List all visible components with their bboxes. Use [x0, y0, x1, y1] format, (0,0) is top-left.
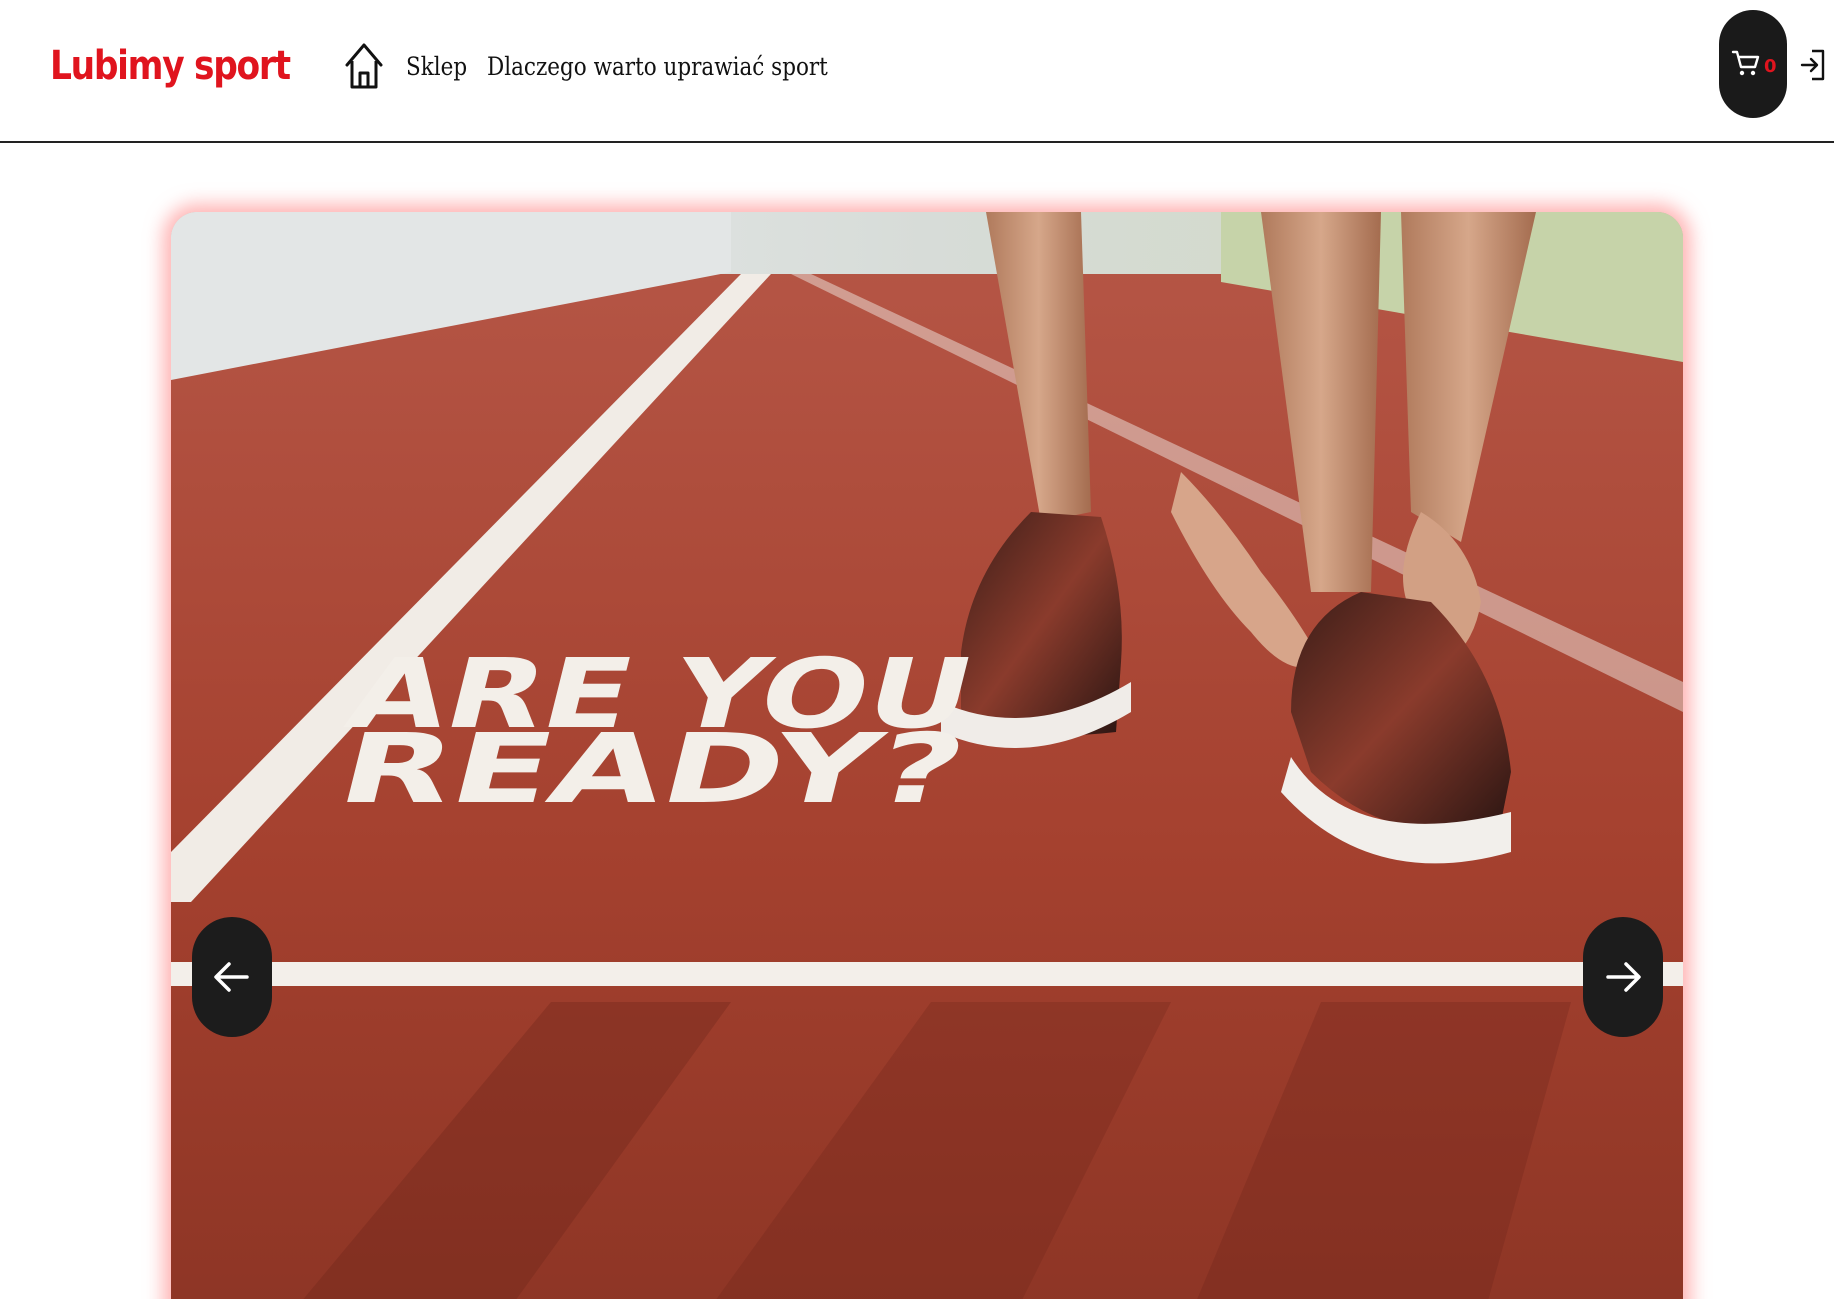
- cart-icon: [1731, 50, 1760, 76]
- nav-link-why-sport[interactable]: Dlaczego warto uprawiać sport: [487, 52, 828, 81]
- hero-slider: ARE YOU READY?: [171, 212, 1683, 1299]
- slider-next-button[interactable]: [1583, 917, 1663, 1037]
- nav-link-shop[interactable]: Sklep: [406, 52, 467, 81]
- cart-button[interactable]: 0: [1719, 10, 1787, 118]
- main-nav: Sklep Dlaczego warto uprawiać sport: [344, 36, 907, 96]
- site-logo[interactable]: Lubimy sport: [50, 40, 291, 92]
- arrow-left-icon: [214, 962, 249, 992]
- home-icon[interactable]: [344, 39, 384, 93]
- login-icon[interactable]: [1800, 48, 1826, 82]
- hero-slide-image: ARE YOU READY?: [171, 212, 1683, 1299]
- slider-prev-button[interactable]: [192, 917, 272, 1037]
- site-header: Lubimy sport Sklep Dlaczego warto uprawi…: [0, 0, 1834, 143]
- slide-text-line2: READY?: [328, 713, 976, 824]
- arrow-right-icon: [1606, 962, 1641, 992]
- cart-count-badge: 0: [1764, 56, 1777, 77]
